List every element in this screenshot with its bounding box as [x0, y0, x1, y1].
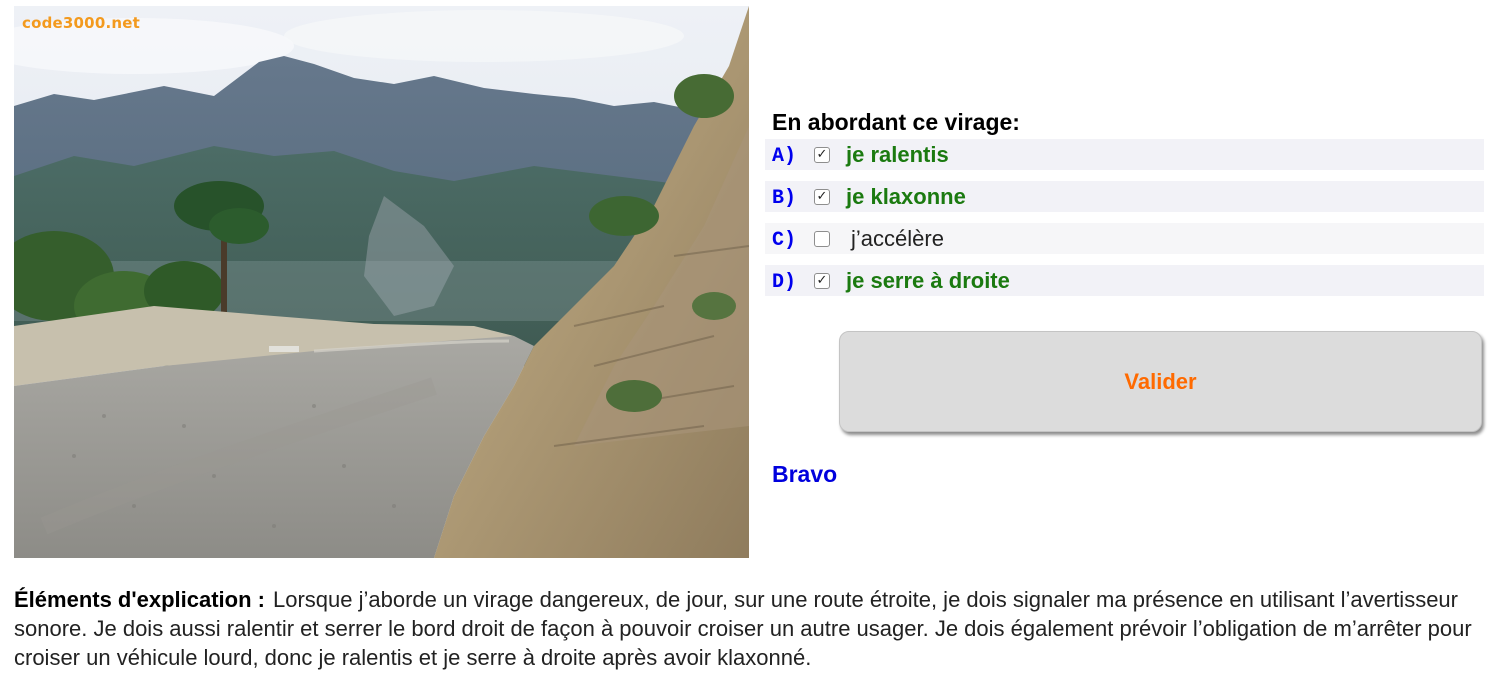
checkbox-checked[interactable]: ✓ [814, 189, 830, 205]
answer-text: j’accélère [851, 226, 944, 251]
answer-option-d[interactable]: D) ✓ je serre à droite [765, 265, 1484, 296]
answer-letter: A) [772, 145, 797, 168]
validate-button[interactable]: Valider [839, 331, 1482, 432]
answer-text: je serre à droite [846, 268, 1010, 293]
question-photo: code3000.net [14, 6, 749, 558]
mountain-road-image [14, 6, 749, 558]
explanation-block: Éléments d'explication : Lorsque j’aborde… [14, 585, 1474, 672]
checkbox-checked[interactable]: ✓ [814, 147, 830, 163]
checkbox-checked[interactable]: ✓ [814, 273, 830, 289]
result-message: Bravo [772, 461, 838, 487]
answer-letter: D) [772, 271, 797, 294]
question-title: En abordant ce virage: [772, 109, 1020, 135]
explanation-label: Éléments d'explication : [14, 587, 265, 612]
answer-option-b[interactable]: B) ✓ je klaxonne [765, 181, 1484, 212]
answer-text: je ralentis [846, 142, 949, 167]
answer-option-c[interactable]: C) j’accélère [765, 223, 1484, 254]
answer-letter: C) [772, 229, 797, 252]
answer-text: je klaxonne [846, 184, 966, 209]
checkbox-unchecked[interactable] [814, 231, 830, 247]
answer-letter: B) [772, 187, 797, 210]
answer-option-a[interactable]: A) ✓ je ralentis [765, 139, 1484, 170]
answer-list: A) ✓ je ralentis B) ✓ je klaxonne C) j’a… [765, 139, 1484, 307]
watermark-logo: code3000.net [22, 14, 140, 32]
